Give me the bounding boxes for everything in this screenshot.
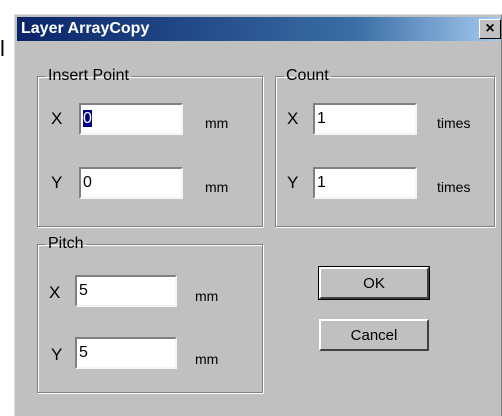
background-text: l bbox=[0, 36, 5, 61]
pitch-legend: Pitch bbox=[48, 235, 84, 252]
ok-button[interactable]: OK bbox=[318, 266, 430, 300]
count-y-input[interactable]: 1 bbox=[313, 167, 417, 199]
count-x-input[interactable]: 1 bbox=[313, 103, 417, 135]
pitch-x-value: 5 bbox=[79, 282, 88, 299]
count-x-value: 1 bbox=[317, 110, 326, 127]
pitch-y-label: Y bbox=[51, 345, 63, 364]
pitch-x-input[interactable]: 5 bbox=[75, 275, 177, 307]
count-x-label: X bbox=[287, 109, 299, 128]
ok-button-label: OK bbox=[363, 274, 385, 292]
count-y-label: Y bbox=[287, 173, 299, 192]
close-button[interactable]: × bbox=[479, 19, 501, 39]
pitch-x-label: X bbox=[49, 283, 61, 302]
cancel-button[interactable]: Cancel bbox=[319, 319, 429, 351]
insert-point-group: Insert Point bbox=[37, 67, 263, 227]
insert-point-y-value: 0 bbox=[83, 174, 92, 191]
insert-point-y-input[interactable]: 0 bbox=[79, 167, 183, 199]
title-bar[interactable]: Layer ArrayCopy bbox=[17, 17, 501, 41]
insert-point-x-label: X bbox=[51, 109, 63, 128]
cancel-button-label: Cancel bbox=[350, 326, 398, 344]
insert-point-x-unit: mm bbox=[205, 115, 229, 131]
count-x-unit: times bbox=[437, 115, 471, 131]
dialog-title: Layer ArrayCopy bbox=[21, 20, 150, 37]
count-y-value: 1 bbox=[317, 174, 326, 191]
pitch-y-input[interactable]: 5 bbox=[75, 337, 177, 369]
insert-point-x-value: 0 bbox=[83, 110, 92, 127]
count-legend: Count bbox=[286, 67, 329, 84]
pitch-y-unit: mm bbox=[195, 351, 219, 367]
pitch-group: Pitch bbox=[37, 235, 263, 393]
count-y-unit: times bbox=[437, 179, 471, 195]
insert-point-y-label: Y bbox=[51, 173, 63, 192]
insert-point-legend: Insert Point bbox=[48, 67, 129, 84]
pitch-y-value: 5 bbox=[79, 344, 88, 361]
close-icon: × bbox=[485, 20, 495, 37]
layer-arraycopy-dialog: Layer ArrayCopy × Insert Point X 0 mm Y … bbox=[14, 14, 502, 416]
insert-point-x-input[interactable]: 0 bbox=[79, 103, 183, 135]
insert-point-y-unit: mm bbox=[205, 179, 229, 195]
count-group: Count bbox=[275, 67, 495, 227]
pitch-x-unit: mm bbox=[195, 288, 219, 304]
